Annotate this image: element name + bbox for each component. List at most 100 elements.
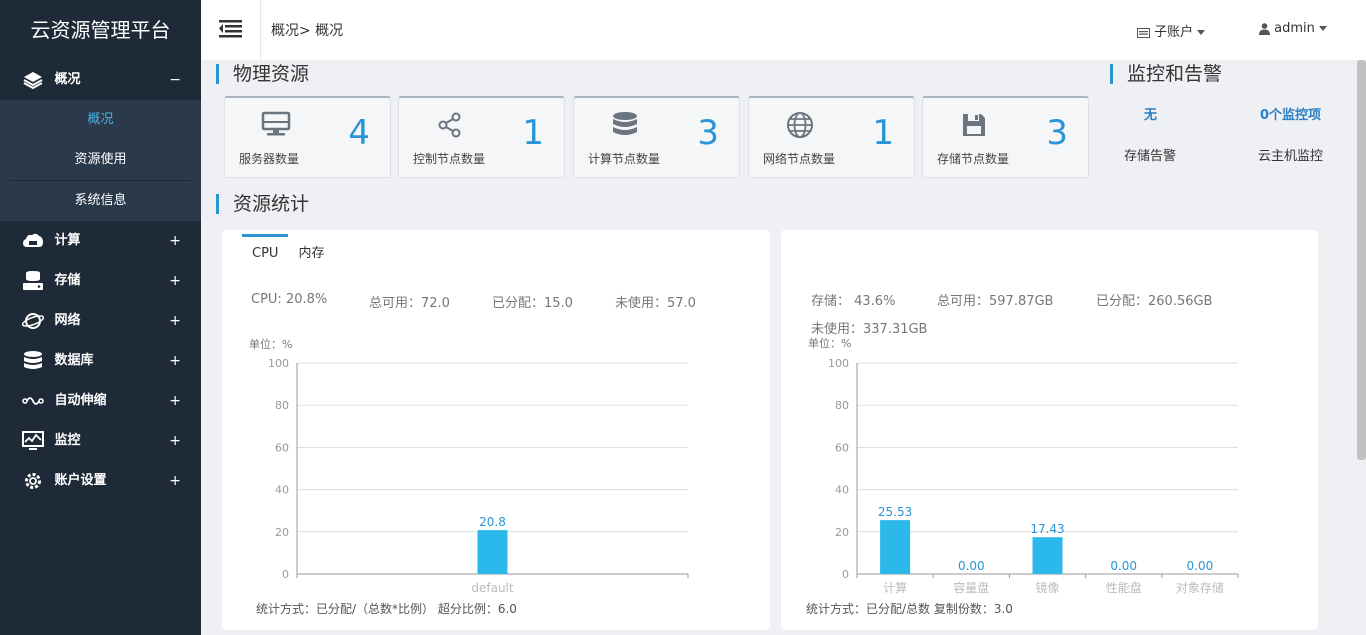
card-value: 4: [348, 113, 370, 153]
bar-data-label: 0.00: [1110, 559, 1137, 573]
user-dropdown[interactable]: admin: [1259, 21, 1327, 36]
cpu-allocated: 已分配：15.0: [492, 296, 573, 311]
storage-alarm-label: 存储告警: [1124, 149, 1177, 164]
username: admin: [1274, 21, 1315, 36]
sidebar-item-network[interactable]: 网络 +: [0, 301, 201, 341]
expand-sign: +: [169, 233, 181, 249]
bar-data-label: 0.00: [1187, 559, 1214, 573]
storage-total: 总可用：597.87GB: [937, 294, 1054, 309]
x-category-label: 对象存储: [1176, 580, 1224, 595]
bar-data-label: 20.8: [479, 515, 506, 529]
monitor-icon: [22, 430, 44, 450]
card-compute-nodes[interactable]: 计算节点数量 3: [573, 96, 740, 178]
y-tick-label: 60: [835, 441, 849, 454]
network-icon: [22, 312, 44, 329]
card-icon: [1137, 27, 1150, 38]
y-tick-label: 40: [835, 484, 849, 497]
resource-stats-title: 资源统计: [216, 194, 309, 214]
submenu-overview[interactable]: 概况: [0, 100, 201, 140]
x-category-label: 镜像: [1035, 580, 1059, 595]
sidebar-item-label: 计算: [54, 233, 81, 248]
expand-sign: +: [169, 393, 181, 409]
submenu-system-info[interactable]: 系统信息: [0, 181, 201, 221]
card-label: 服务器数量: [239, 152, 300, 166]
sidebar-item-account-settings[interactable]: 账户设置 +: [0, 461, 201, 501]
sidebar-toggle-button[interactable]: [201, 0, 261, 60]
tab-cpu[interactable]: CPU: [242, 234, 289, 267]
database-stack-icon: [613, 112, 637, 135]
expand-sign: +: [169, 473, 181, 489]
share-nodes-icon: [438, 112, 461, 138]
storage-panel: 存储： 43.6% 总可用：597.87GB 已分配：260.56GB 未使用：…: [781, 230, 1318, 630]
brand-title: 云资源管理平台: [30, 18, 171, 42]
storage-bar-chart: 0 20 40 60 80 100 25.53 计算 0.00 容量盘 17.43 镜像 0.00 性能盘…: [828, 357, 1239, 595]
expand-sign: +: [169, 433, 181, 449]
y-tick-label: 20: [835, 526, 849, 539]
card-label: 控制节点数量: [413, 152, 486, 166]
sidebar-item-overview[interactable]: 概况 −: [0, 60, 201, 100]
submenu-resource-usage[interactable]: 资源使用: [0, 140, 201, 180]
sub-account-dropdown[interactable]: 子账户: [1137, 21, 1206, 40]
card-value: 1: [872, 113, 894, 153]
bar-data-label: 0.00: [958, 559, 985, 573]
sidebar-item-monitor[interactable]: 监控 +: [0, 421, 201, 461]
bar-data-label: 17.43: [1030, 522, 1064, 536]
menu-toggle-icon: [219, 20, 242, 38]
card-value: 3: [1046, 113, 1068, 153]
sidebar-item-compute[interactable]: 计算 +: [0, 221, 201, 261]
vm-monitor-value[interactable]: 0个监控项: [1260, 104, 1321, 123]
y-tick-label: 100: [828, 357, 849, 370]
y-tick-label: 40: [275, 484, 289, 497]
card-label: 计算节点数量: [588, 152, 661, 166]
x-category-label: 计算: [883, 580, 907, 595]
sidebar-item-label: 存储: [54, 273, 81, 288]
cloud-compute-icon: [23, 233, 43, 247]
y-tick-label: 0: [842, 568, 849, 581]
card-servers[interactable]: 服务器数量 4: [224, 96, 391, 178]
monitor-alarm-title: 监控和告警: [1110, 64, 1222, 84]
globe-icon: [787, 112, 813, 138]
cpu-unused: 未使用：57.0: [615, 296, 696, 311]
sidebar-item-label: 网络: [54, 313, 81, 328]
storage-alarm-value[interactable]: 无: [1144, 104, 1157, 123]
expand-sign: +: [169, 273, 181, 289]
sidebar-item-autoscale[interactable]: 自动伸缩 +: [0, 381, 201, 421]
stats-method-footer: 统计方式：已分配/（总数*比例） 超分比例：6.0: [256, 602, 517, 616]
stats-tabs: CPU 内存: [242, 230, 334, 267]
stats-method-footer: 统计方式：已分配/总数 复制份数：3.0: [806, 602, 1013, 616]
sidebar-item-storage[interactable]: 存储 +: [0, 261, 201, 301]
card-value: 3: [697, 113, 719, 153]
cpu-memory-panel: CPU 内存 CPU: 20.8% 总可用：72.0 已分配：15.0 未使用：5…: [222, 230, 770, 630]
card-label: 存储节点数量: [937, 152, 1010, 166]
sidebar-item-label: 账户设置: [54, 473, 107, 488]
layers-icon: [23, 71, 43, 89]
cpu-bar-chart: 0 20 40 60 80 100 20.8 default: [268, 357, 689, 595]
card-storage-nodes[interactable]: 存储节点数量 3: [922, 96, 1089, 178]
sidebar-item-label: 自动伸缩: [54, 393, 107, 408]
top-header: 概况> 概况 子账户 admin: [201, 0, 1366, 60]
y-tick-label: 80: [275, 399, 289, 412]
autoscale-icon: [22, 396, 44, 405]
chevron-down-icon: [1318, 26, 1327, 31]
x-category-label: 容量盘: [953, 580, 989, 595]
expand-sign: +: [169, 353, 181, 369]
x-category-label: default: [471, 581, 514, 595]
sidebar-item-label: 概况: [54, 72, 81, 87]
y-tick-label: 80: [835, 399, 849, 412]
sidebar-item-database[interactable]: 数据库 +: [0, 341, 201, 381]
sub-account-label: 子账户: [1154, 25, 1194, 40]
sidebar-item-label: 监控: [54, 433, 81, 448]
bar: [880, 520, 911, 574]
breadcrumb: 概况> 概况: [271, 23, 344, 39]
scrollbar[interactable]: [1357, 60, 1366, 460]
card-control-nodes[interactable]: 控制节点数量 1: [398, 96, 565, 178]
sidebar-item-label: 数据库: [54, 353, 94, 368]
physical-resources-title: 物理资源: [216, 64, 309, 84]
y-tick-label: 100: [268, 357, 289, 370]
tab-memory[interactable]: 内存: [288, 230, 334, 267]
card-network-nodes[interactable]: 网络节点数量 1: [748, 96, 915, 178]
y-tick-label: 20: [275, 526, 289, 539]
y-tick-label: 0: [282, 568, 289, 581]
expand-sign: +: [169, 313, 181, 329]
bar-data-label: 25.53: [878, 505, 912, 519]
